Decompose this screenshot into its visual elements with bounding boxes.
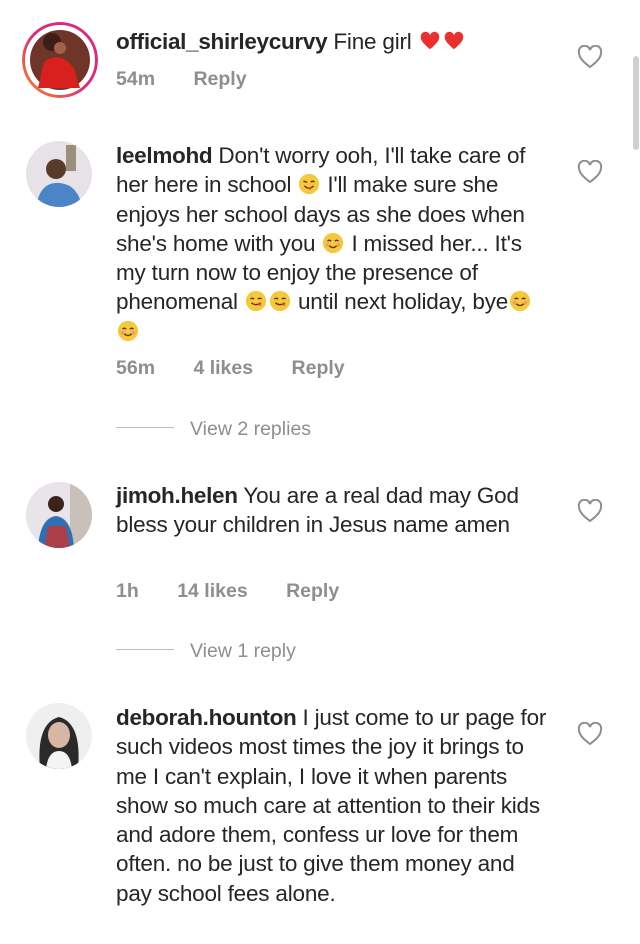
comment-time: 56m bbox=[116, 357, 156, 379]
yum-emoji bbox=[269, 290, 291, 312]
comment-meta: 54m Reply bbox=[116, 68, 247, 91]
reply-button[interactable]: Reply bbox=[292, 357, 345, 380]
view-replies-label: View 1 reply bbox=[190, 640, 296, 662]
smiling-blush-emoji bbox=[322, 232, 344, 254]
reply-button[interactable]: Reply bbox=[193, 68, 246, 91]
comment-body: until next holiday, bye bbox=[291, 289, 509, 315]
comment-username[interactable]: jimoh.helen bbox=[116, 483, 238, 508]
comment-meta: 1h 14 likes Reply bbox=[116, 580, 339, 603]
comment-time: 54m bbox=[116, 68, 156, 90]
likes-count[interactable]: 14 likes bbox=[177, 580, 247, 603]
red-heart-emoji bbox=[443, 30, 465, 52]
like-heart-icon[interactable] bbox=[577, 499, 603, 523]
likes-count[interactable]: 4 likes bbox=[193, 357, 253, 380]
avatar[interactable] bbox=[26, 141, 92, 207]
comment-body: Fine girl bbox=[327, 29, 418, 54]
comment-body: I just come to ur page for such videos m… bbox=[116, 705, 547, 906]
winking-tongue-emoji bbox=[298, 173, 320, 195]
view-replies-label: View 2 replies bbox=[190, 418, 312, 440]
avatar[interactable] bbox=[22, 22, 98, 98]
comment-text: deborah.hounton I just come to ur page f… bbox=[116, 703, 556, 908]
comment-username[interactable]: deborah.hounton bbox=[116, 705, 297, 730]
divider-line bbox=[116, 427, 174, 429]
view-replies-button[interactable]: View 1 reply bbox=[116, 640, 296, 664]
comment-username[interactable]: official_shirleycurvy bbox=[116, 29, 328, 54]
red-heart-emoji bbox=[419, 30, 441, 52]
comment-meta: 56m 4 likes Reply bbox=[116, 357, 345, 380]
comment-text: leelmohd Don't worry ooh, I'll take care… bbox=[116, 141, 556, 346]
comment-time: 1h bbox=[116, 580, 139, 602]
comment-username[interactable]: leelmohd bbox=[116, 143, 213, 168]
avatar[interactable] bbox=[26, 482, 92, 548]
yum-emoji bbox=[245, 290, 267, 312]
avatar[interactable] bbox=[26, 703, 92, 769]
like-heart-icon[interactable] bbox=[577, 45, 603, 69]
reply-button[interactable]: Reply bbox=[286, 580, 339, 603]
comment-text: official_shirleycurvy Fine girl bbox=[116, 27, 556, 56]
like-heart-icon[interactable] bbox=[577, 722, 603, 746]
like-heart-icon[interactable] bbox=[577, 160, 603, 184]
divider-line bbox=[116, 649, 174, 651]
scrollbar[interactable] bbox=[633, 56, 639, 150]
comment-text: jimoh.helen You are a real dad may God b… bbox=[116, 481, 556, 540]
smiling-blush-emoji bbox=[117, 320, 139, 342]
view-replies-button[interactable]: View 2 replies bbox=[116, 418, 311, 442]
smiling-blush-emoji bbox=[509, 290, 531, 312]
